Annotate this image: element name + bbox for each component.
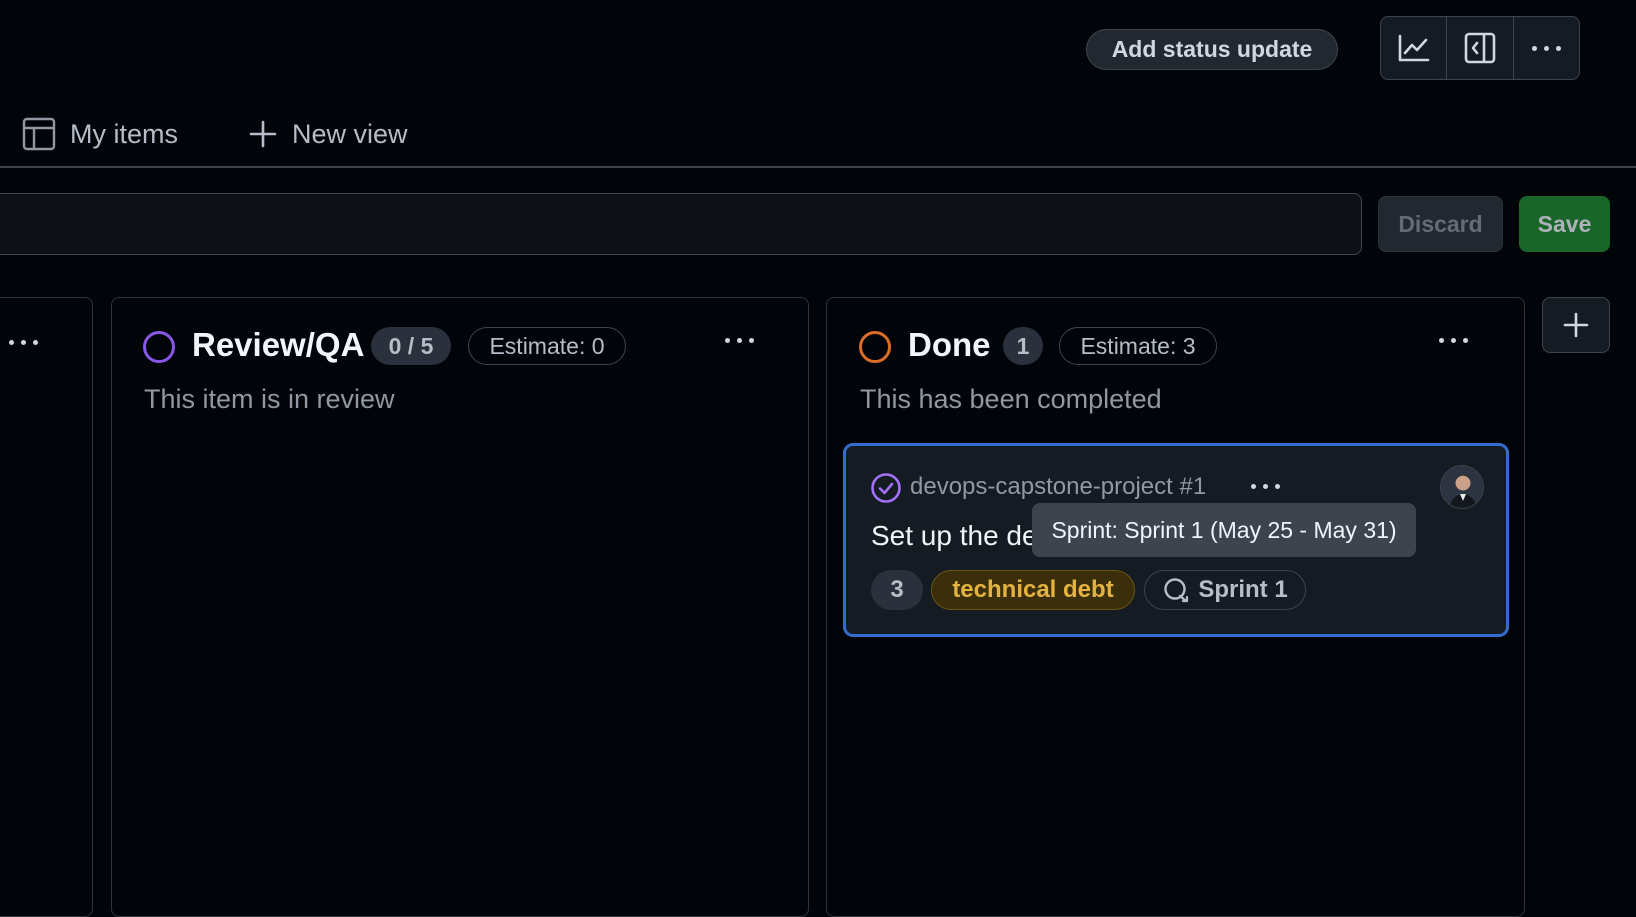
iterations-icon (1164, 578, 1189, 603)
status-circle-icon (143, 331, 175, 363)
column-title: Done (908, 326, 991, 363)
filter-input[interactable] (0, 193, 1362, 255)
tab-label: My items (70, 118, 178, 149)
column-description: This item is in review (144, 384, 395, 414)
column-menu-button[interactable] (725, 338, 754, 343)
new-view-button[interactable]: New view (248, 112, 408, 156)
column-count-badge: 1 (1003, 327, 1043, 365)
table-icon (22, 117, 56, 151)
avatar-image (1441, 466, 1483, 508)
board-column-partial (0, 297, 93, 917)
column-menu-button[interactable] (9, 340, 38, 345)
kebab-horizontal-icon (1531, 45, 1561, 51)
tab-my-items[interactable]: My items (22, 112, 178, 156)
card-title[interactable]: Set up the de (871, 520, 1038, 552)
project-actions-group (1380, 16, 1580, 80)
insights-icon (1398, 34, 1429, 62)
board-column-review-qa: Review/QA 0 / 5 Estimate: 0 This item is… (111, 297, 809, 917)
more-options-button[interactable] (1514, 17, 1579, 79)
issue-closed-icon (871, 473, 901, 503)
add-column-button[interactable] (1542, 297, 1610, 353)
tab-label: New view (292, 118, 408, 149)
plus-icon (1563, 312, 1589, 338)
sidebar-toggle-icon (1464, 32, 1496, 64)
add-status-update-button[interactable]: Add status update (1086, 29, 1338, 70)
sidebar-toggle-button[interactable] (1447, 17, 1514, 79)
plus-icon (249, 120, 277, 148)
column-menu-button[interactable] (1439, 338, 1468, 343)
discard-button[interactable]: Discard (1378, 196, 1503, 252)
iteration-label: Sprint 1 (1198, 576, 1288, 603)
iteration-tooltip: Sprint: Sprint 1 (May 25 - May 31) (1032, 503, 1416, 557)
card-repo-reference: devops-capstone-project #1 (910, 473, 1207, 500)
column-count-badge: 0 / 5 (371, 327, 451, 365)
status-circle-icon (859, 331, 891, 363)
column-estimate-pill: Estimate: 3 (1059, 327, 1217, 365)
assignee-avatar[interactable] (1440, 465, 1484, 509)
save-button[interactable]: Save (1519, 196, 1610, 252)
column-title: Review/QA (192, 326, 365, 363)
column-description: This has been completed (860, 384, 1162, 414)
insights-button[interactable] (1381, 17, 1448, 79)
card-label-technical-debt[interactable]: technical debt (931, 570, 1135, 610)
card-menu-button[interactable] (1251, 484, 1280, 489)
card-iteration-pill[interactable]: Sprint 1 (1144, 570, 1306, 610)
column-estimate-pill: Estimate: 0 (468, 327, 626, 365)
card-estimate-badge: 3 (871, 570, 923, 610)
tabs-divider (0, 166, 1636, 168)
